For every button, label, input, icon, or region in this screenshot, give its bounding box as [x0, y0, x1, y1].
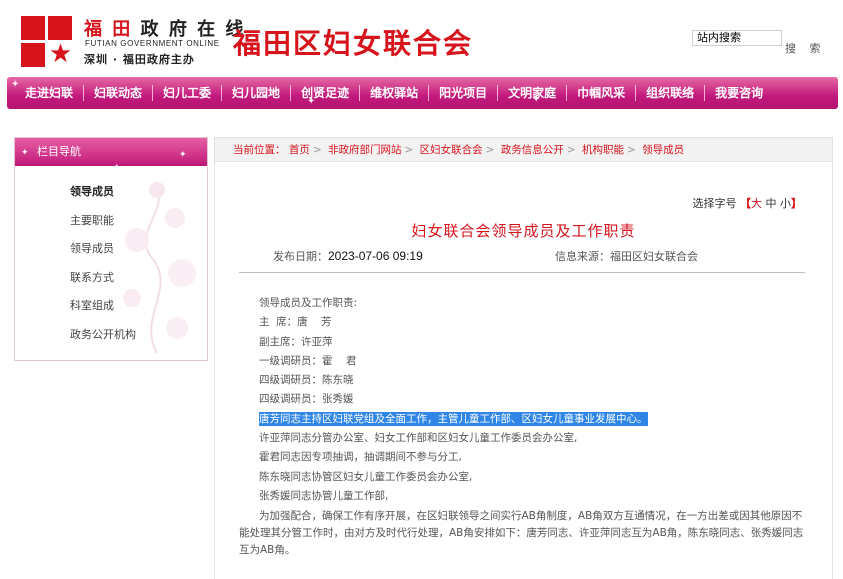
- sparkle-icon: ✦: [179, 150, 187, 160]
- font-size-small[interactable]: 小: [780, 197, 791, 210]
- nav-divider: [704, 85, 706, 101]
- logo-cn-text[interactable]: 福 田 政 府 在 线: [84, 15, 245, 41]
- sidebar-item-functions[interactable]: 主要职能: [15, 207, 207, 236]
- article-line: 许亚萍同志分管办公室、妇女工作部和区妇女儿童工作委员会办公室,: [259, 432, 578, 445]
- nav-item-family[interactable]: 文明家庭: [498, 77, 566, 109]
- sidebar-item-departments[interactable]: 科室组成: [15, 292, 207, 321]
- article-line: 一级调研员：霍 君: [259, 354, 357, 367]
- nav-item-news[interactable]: 妇联动态: [84, 77, 152, 109]
- article-line: 张秀媛同志协管儿童工作部,: [259, 489, 389, 502]
- sidebar-title: 栏目导航: [37, 145, 81, 158]
- nav-divider: [83, 85, 85, 101]
- font-size-bracket-open: 【: [740, 197, 751, 210]
- publish-date: 发布日期：2023-07-06 09:19: [273, 248, 423, 264]
- article-line: 四级调研员：张秀媛: [259, 393, 354, 406]
- breadcrumb-leaders[interactable]: 领导成员: [642, 144, 684, 156]
- breadcrumb-functions[interactable]: 机构职能: [582, 144, 624, 156]
- breadcrumb-public-info[interactable]: 政务信息公开: [501, 144, 564, 156]
- sidebar: ✦ ✦ ✦ 栏目导航 领导成员 主要职能 领导成员 联系方式 科室组成 政务公开…: [14, 137, 208, 361]
- info-source-label: 信息来源：: [555, 250, 610, 263]
- site-title[interactable]: 福田区妇女联合会: [233, 22, 473, 62]
- breadcrumb-separator: >: [312, 144, 322, 156]
- nav-divider: [566, 85, 568, 101]
- breadcrumb-prefix: 当前位置：: [233, 144, 286, 156]
- nav-item-rights[interactable]: 维权驿站: [360, 77, 428, 109]
- logo-en-text: FUTIAN GOVERNMENT ONLINE: [85, 39, 220, 48]
- font-size-selector: 选择字号 【大 中 小】: [693, 195, 803, 211]
- breadcrumb-separator: >: [485, 144, 495, 156]
- article-line-highlighted[interactable]: 唐芳同志主持区妇联党组及全面工作，主管儿童工作部、区妇女儿童事业发展中心。: [259, 410, 809, 429]
- article-line: 陈东晓同志协管区妇女儿童工作委员会办公室,: [259, 470, 473, 483]
- article-body[interactable]: 领导成员及工作职责: 主 席：唐 芳 副主席：许亚萍 一级调研员：霍 君 四级调…: [239, 294, 809, 559]
- selected-text[interactable]: 唐芳同志主持区妇联党组及全面工作，主管儿童工作部、区妇女儿童事业发展中心。: [259, 411, 648, 426]
- breadcrumb-home[interactable]: 首页: [289, 144, 310, 156]
- info-source: 信息来源：福田区妇女联合会: [555, 248, 698, 264]
- publish-date-value: 2023-07-06 09:19: [328, 249, 423, 263]
- nav-divider: [635, 85, 637, 101]
- breadcrumb-non-gov[interactable]: 非政府部门网站: [328, 144, 402, 156]
- nav-item-about[interactable]: 走进妇联: [15, 77, 83, 109]
- search-button[interactable]: 搜 索: [785, 40, 826, 56]
- sidebar-item-leaders[interactable]: 领导成员: [15, 178, 207, 207]
- nav-item-women[interactable]: 巾帼风采: [567, 77, 635, 109]
- nav-divider: [428, 85, 430, 101]
- breadcrumb-separator: >: [404, 144, 414, 156]
- nav-divider: [497, 85, 499, 101]
- font-size-large[interactable]: 大: [751, 197, 762, 210]
- futian-logo-icon[interactable]: ★: [21, 16, 73, 68]
- nav-item-organization[interactable]: 组织联络: [636, 77, 704, 109]
- sidebar-item-public-affairs[interactable]: 政务公开机构: [15, 321, 207, 350]
- sidebar-item-leaders-2[interactable]: 领导成员: [15, 235, 207, 264]
- breadcrumb-womens-federation[interactable]: 区妇女联合会: [420, 144, 483, 156]
- publish-date-label: 发布日期：: [273, 250, 328, 263]
- nav-item-sunshine[interactable]: 阳光项目: [429, 77, 497, 109]
- breadcrumb: 当前位置： 首页 > 非政府部门网站 > 区妇女联合会 > 政务信息公开 > 机构职能 >…: [215, 138, 832, 162]
- site-header: ★ 福 田 政 府 在 线 FUTIAN GOVERNMENT ONLINE 深…: [0, 0, 843, 75]
- sidebar-list: 领导成员 主要职能 领导成员 联系方式 科室组成 政务公开机构: [15, 178, 207, 349]
- article-line: 霍君同志因专项抽调，抽调期间不参与分工,: [259, 451, 462, 464]
- sparkle-icon: ✦: [21, 148, 29, 158]
- main-nav: ✦ ✦ ✦ 走进妇联 妇联动态 妇儿工委 妇儿园地 创贤足迹 维权驿站 阳光项目…: [7, 77, 838, 109]
- sidebar-item-contact[interactable]: 联系方式: [15, 264, 207, 293]
- breadcrumb-separator: >: [566, 144, 576, 156]
- article-title: 妇女联合会领导成员及工作职责: [411, 222, 636, 240]
- logo-subtitle: 深圳 · 福田政府主办: [84, 53, 195, 66]
- article-line: 主 席：唐 芳: [259, 316, 332, 329]
- article-paragraph: 为加强配合，确保工作有序开展，在区妇联领导之间实行AB角制度，AB角双方互通情况…: [239, 510, 804, 557]
- main-content: 当前位置： 首页 > 非政府部门网站 > 区妇女联合会 > 政务信息公开 > 机构职能 >…: [214, 137, 833, 579]
- font-size-label: 选择字号: [692, 197, 737, 210]
- search-input[interactable]: 站内搜索: [692, 30, 782, 46]
- font-size-bracket-close: 】: [791, 197, 802, 210]
- nav-item-footprints[interactable]: 创贤足迹: [291, 77, 359, 109]
- nav-divider: [152, 85, 154, 101]
- article-line: 领导成员及工作职责:: [259, 297, 358, 309]
- info-source-value: 福田区妇女联合会: [610, 250, 698, 263]
- article-line: 副主席：许亚萍: [259, 335, 333, 348]
- nav-divider: [290, 85, 292, 101]
- nav-item-consult[interactable]: 我要咨询: [705, 77, 773, 109]
- nav-item-committee[interactable]: 妇儿工委: [153, 77, 221, 109]
- title-divider: [239, 272, 805, 273]
- nav-items: 走进妇联 妇联动态 妇儿工委 妇儿园地 创贤足迹 维权驿站 阳光项目 文明家庭 …: [15, 77, 773, 109]
- font-size-medium[interactable]: 中: [766, 197, 777, 210]
- article-line: 四级调研员：陈东晓: [259, 374, 354, 387]
- nav-divider: [359, 85, 361, 101]
- sidebar-header: ✦ ✦ ✦ 栏目导航: [15, 138, 207, 173]
- nav-item-garden[interactable]: 妇儿园地: [222, 77, 290, 109]
- nav-divider: [221, 85, 223, 101]
- breadcrumb-separator: >: [626, 144, 636, 156]
